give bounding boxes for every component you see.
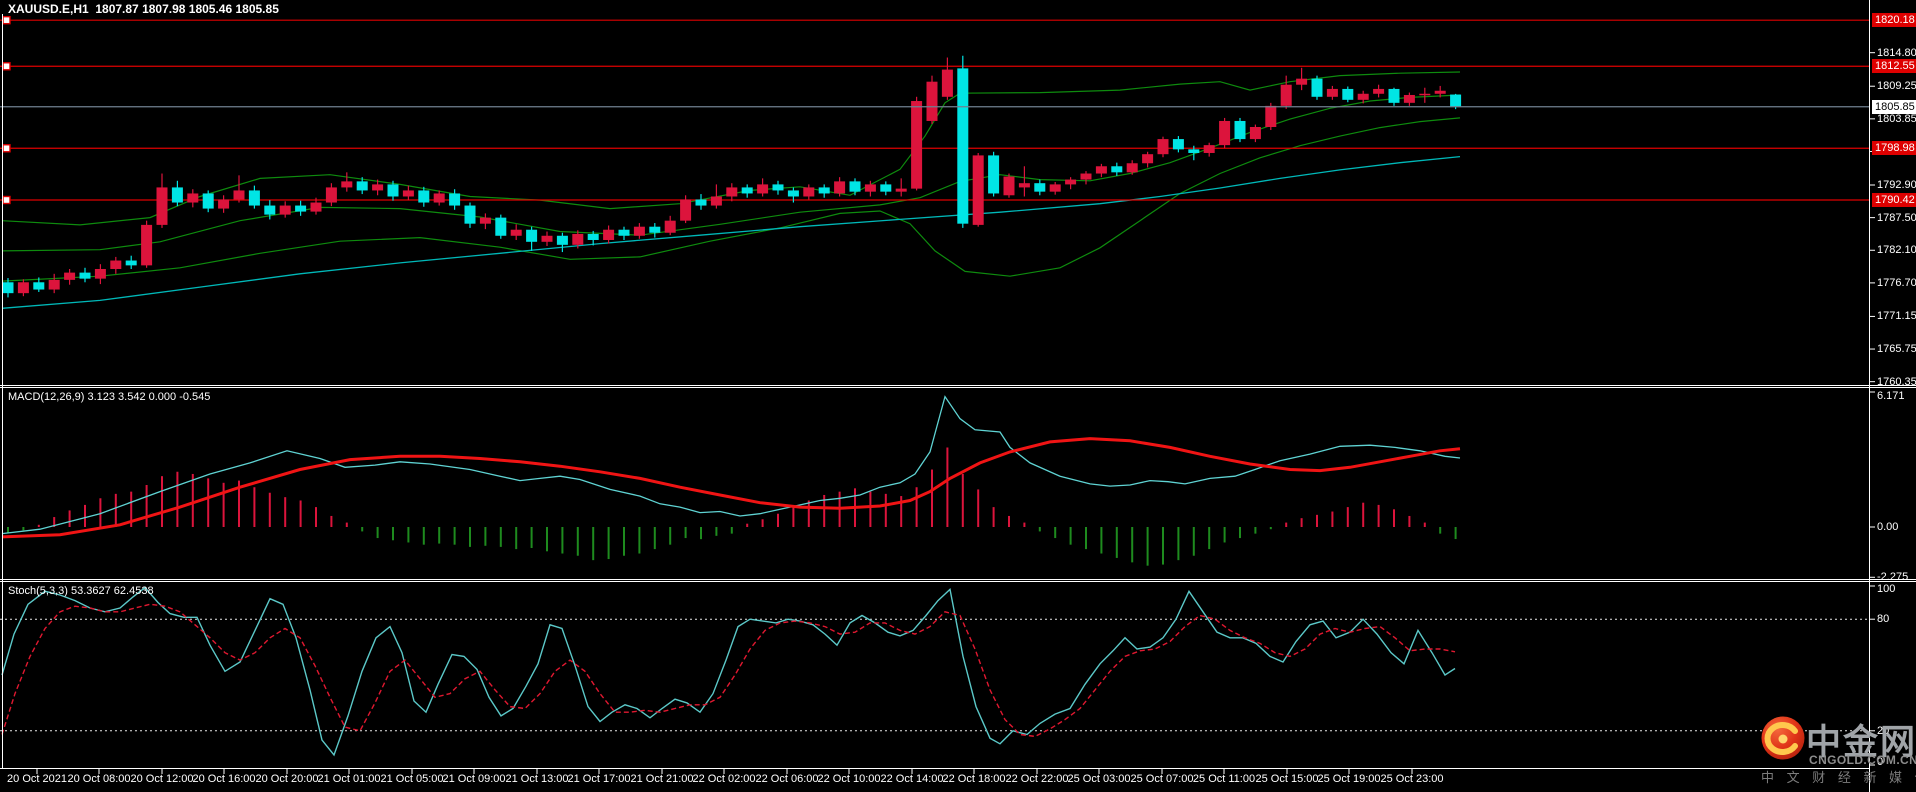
candles-layer: [2, 55, 1462, 298]
cngold-logo-icon: [1761, 716, 1805, 760]
time-tick-label: 22 Oct 06:00: [755, 773, 819, 785]
price-tick-label: 1782.10: [1877, 244, 1916, 257]
time-tick-label: 21 Oct 17:00: [567, 773, 631, 785]
time-tick-label: 22 Oct 10:00: [817, 773, 881, 785]
stoch-indicator-label: Stoch(5,3,3) 53.3627 62.4538: [8, 585, 154, 597]
macd-tick-label: -2.275: [1877, 571, 1909, 584]
macd-indicator-label: MACD(12,26,9) 3.123 3.542 0.000 -0.545: [8, 391, 211, 403]
price-tick-label: 1771.15: [1877, 310, 1916, 323]
macd-tick-label: 6.171: [1877, 390, 1905, 402]
time-tick-label: 22 Oct 02:00: [692, 773, 756, 785]
trading-chart-window: XAUUSD.E,H1 1807.87 1807.98 1805.46 1805…: [0, 0, 1916, 792]
price-tick-label: 1809.25: [1877, 80, 1916, 93]
time-tick-label: 20 Oct 16:00: [192, 773, 256, 785]
current-price-badge: 1805.85: [1872, 99, 1916, 114]
time-tick-label: 21 Oct 01:00: [317, 773, 381, 785]
price-line-badge: 1790.42: [1872, 192, 1916, 207]
price-tick-label: 1792.90: [1877, 179, 1916, 191]
price-tick-label: 1765.75: [1877, 343, 1916, 356]
time-tick-label: 22 Oct 22:00: [1005, 773, 1069, 785]
time-tick-label: 21 Oct 21:00: [630, 773, 694, 785]
price-tick-label: 1760.35: [1877, 375, 1916, 388]
chart-title: XAUUSD.E,H1 1807.87 1807.98 1805.46 1805…: [8, 2, 279, 16]
time-tick-label: 25 Oct 03:00: [1067, 773, 1131, 785]
price-line-badge: 1820.18: [1872, 13, 1916, 28]
price-tick-label: 1787.50: [1877, 211, 1916, 224]
chart-canvas[interactable]: [0, 0, 1916, 792]
price-line-badge: 1798.98: [1872, 141, 1916, 156]
price-tick-label: 1803.85: [1877, 112, 1916, 125]
watermark-tagline: 中 文 财 经 新 媒 体: [1761, 770, 1916, 785]
price-line-badge: 1812.55: [1872, 59, 1916, 74]
stoch-tick-label: 100: [1877, 583, 1896, 595]
macd-layer: [1, 395, 1461, 566]
time-tick-label: 22 Oct 18:00: [942, 773, 1006, 785]
time-tick-label: 25 Oct 23:00: [1380, 773, 1444, 785]
stoch-tick-label: 80: [1877, 613, 1890, 626]
macd-tick-label: 0.00: [1877, 521, 1899, 533]
time-tick-label: 20 Oct 12:00: [130, 773, 194, 785]
time-tick-label: 20 Oct 08:00: [67, 773, 131, 785]
time-tick-label: 25 Oct 07:00: [1130, 773, 1194, 785]
stoch-layer: [0, 586, 1869, 757]
time-tick-label: 21 Oct 05:00: [380, 773, 444, 785]
price-tick-label: 1814.80: [1877, 46, 1916, 59]
time-tick-label: 20 Oct 20:00: [255, 773, 319, 785]
time-tick-label: 25 Oct 19:00: [1317, 773, 1381, 785]
time-tick-label: 25 Oct 15:00: [1255, 773, 1319, 785]
time-tick-label: 25 Oct 11:00: [1192, 773, 1256, 785]
time-tick-label: 21 Oct 09:00: [442, 773, 506, 785]
time-tick-label: 20 Oct 2021: [7, 773, 67, 785]
time-tick-label: 22 Oct 14:00: [880, 773, 944, 785]
time-tick-label: 21 Oct 13:00: [505, 773, 569, 785]
watermark-domain: CNGOLD.COM.CN: [1809, 753, 1916, 767]
price-tick-label: 1776.70: [1877, 276, 1916, 289]
